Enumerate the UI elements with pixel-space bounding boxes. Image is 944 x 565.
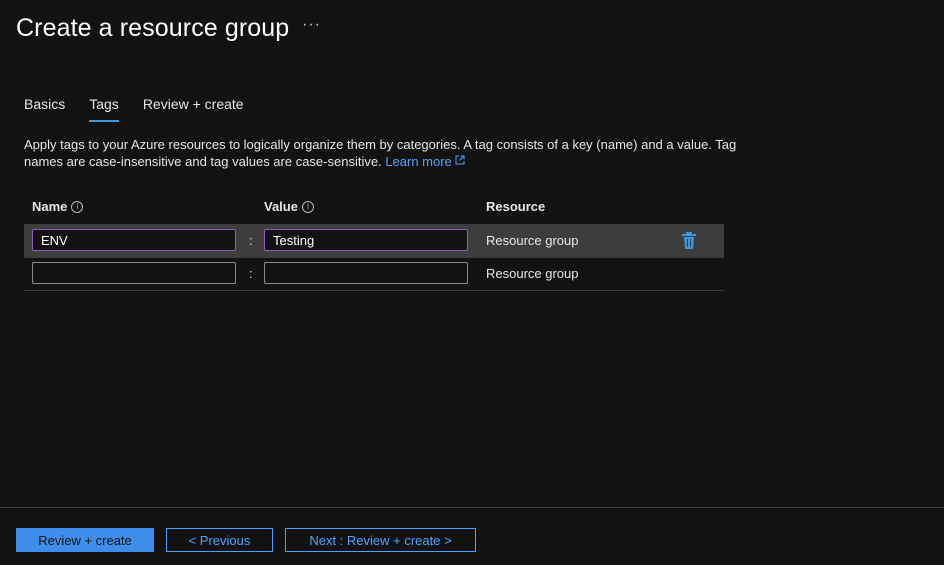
grid-header: Name i Value i Resource <box>24 194 724 225</box>
tag-name-input[interactable] <box>32 262 236 284</box>
learn-more-link[interactable]: Learn more <box>385 154 465 169</box>
tags-grid: Name i Value i Resource : Resource group… <box>24 194 724 291</box>
review-create-button[interactable]: Review + create <box>16 528 154 552</box>
trash-icon[interactable] <box>681 232 697 250</box>
learn-more-label: Learn more <box>385 154 452 169</box>
external-link-icon <box>455 155 465 165</box>
tab-bar: Basics Tags Review + create <box>24 96 268 122</box>
next-button[interactable]: Next : Review + create > <box>285 528 476 552</box>
footer-divider <box>0 507 944 508</box>
tab-tags[interactable]: Tags <box>89 96 119 122</box>
more-options-button[interactable]: ··· <box>302 16 321 34</box>
tag-value-input[interactable] <box>264 229 468 251</box>
column-resource-label: Resource <box>486 199 546 214</box>
page-header: Create a resource group <box>16 12 289 44</box>
page-title: Create a resource group <box>16 13 290 42</box>
column-header-name: Name i <box>32 199 84 214</box>
previous-button[interactable]: < Previous <box>166 528 273 552</box>
tag-value-input[interactable] <box>264 262 468 284</box>
tag-name-input[interactable] <box>32 229 236 251</box>
info-icon[interactable]: i <box>71 200 84 213</box>
info-icon[interactable]: i <box>301 200 314 213</box>
tags-description: Apply tags to your Azure resources to lo… <box>24 136 744 170</box>
column-header-resource: Resource <box>486 199 545 214</box>
table-row[interactable]: : Resource group <box>24 225 724 258</box>
key-value-separator: : <box>249 266 253 281</box>
description-text: Apply tags to your Azure resources to lo… <box>24 137 737 169</box>
resource-label: Resource group <box>486 233 579 248</box>
table-row[interactable]: : Resource group <box>24 258 724 291</box>
key-value-separator: : <box>249 233 253 248</box>
resource-label: Resource group <box>486 266 579 281</box>
tab-basics[interactable]: Basics <box>24 96 65 122</box>
tab-review-create[interactable]: Review + create <box>143 96 244 122</box>
column-header-value: Value i <box>264 199 314 214</box>
column-name-label: Name <box>32 199 68 214</box>
column-value-label: Value <box>264 199 298 214</box>
